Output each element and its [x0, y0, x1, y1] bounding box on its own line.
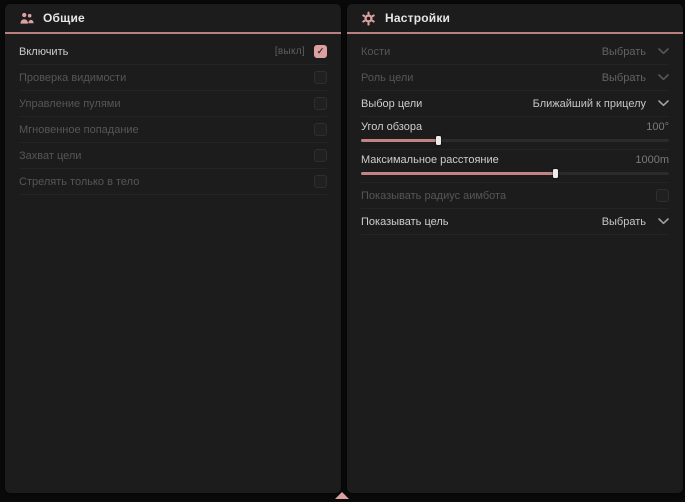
row-line: Включить [выкл] ✓ [19, 39, 327, 64]
chevron-down-icon [658, 218, 669, 225]
row-controls: Ближайший к прицелу [533, 98, 669, 110]
row-label: Проверка видимости [19, 72, 126, 84]
row-label: Стрелять только в тело [19, 176, 139, 188]
dropdown-value: Выбрать [602, 46, 646, 58]
row-label: Включить [19, 46, 68, 58]
row-label: Показывать радиус аимбота [361, 190, 506, 202]
settings-row: Максимальное расстояние 1000m [361, 150, 669, 183]
row-controls: Выбрать [602, 216, 669, 228]
dropdown[interactable]: Выбрать [602, 72, 669, 84]
chevron-down-icon [658, 74, 669, 81]
general-row: Мгновенное попадание [19, 117, 327, 143]
slider-fill [361, 139, 438, 142]
general-row: Стрелять только в тело [19, 169, 327, 195]
chevron-down-icon [658, 48, 669, 55]
row-label: Роль цели [361, 72, 413, 84]
general-rows: Включить [выкл] ✓ Проверка видимости Управле… [5, 34, 341, 195]
row-label: Мгновенное попадание [19, 124, 139, 136]
dropdown[interactable]: Выбрать [602, 216, 669, 228]
checkbox[interactable] [656, 189, 669, 202]
panel-general: Общие Включить [выкл] ✓ Проверка видимости У… [5, 4, 341, 493]
row-line: Захват цели [19, 143, 327, 168]
row-controls: Выбрать [602, 72, 669, 84]
row-label: Захват цели [19, 150, 81, 162]
slider-thumb[interactable] [436, 136, 441, 145]
row-controls [314, 97, 327, 110]
row-label: Максимальное расстояние [361, 154, 499, 166]
row-label: Кости [361, 46, 390, 58]
general-row: Захват цели [19, 143, 327, 169]
row-line: Роль цели Выбрать [361, 65, 669, 90]
general-row: Включить [выкл] ✓ [19, 39, 327, 65]
row-line: Стрелять только в тело [19, 169, 327, 194]
dropdown-value: Выбрать [602, 72, 646, 84]
panel-settings-header: Настройки [347, 4, 683, 34]
row-line: Мгновенное попадание [19, 117, 327, 142]
checkbox[interactable]: ✓ [314, 45, 327, 58]
checkbox[interactable] [314, 71, 327, 84]
dropdown-value: Ближайший к прицелу [533, 98, 646, 110]
dropdown[interactable]: Выбрать [602, 46, 669, 58]
dropdown[interactable]: Ближайший к прицелу [533, 98, 669, 110]
row-controls [314, 123, 327, 136]
row-line: Показывать радиус аимбота [361, 183, 669, 208]
row-controls: Выбрать [602, 46, 669, 58]
general-row: Управление пулями [19, 91, 327, 117]
panel-title: Общие [43, 11, 85, 25]
settings-row: Кости Выбрать [361, 39, 669, 65]
settings-row: Показывать радиус аимбота [361, 183, 669, 209]
row-line: Проверка видимости [19, 65, 327, 90]
slider-value: 100° [646, 121, 669, 133]
slider[interactable] [361, 139, 669, 142]
dropdown-value: Выбрать [602, 216, 646, 228]
gear-icon [361, 11, 376, 26]
general-row: Проверка видимости [19, 65, 327, 91]
row-line: Управление пулями [19, 91, 327, 116]
settings-row: Выбор цели Ближайший к прицелу [361, 91, 669, 117]
checkbox[interactable] [314, 97, 327, 110]
checkbox[interactable] [314, 175, 327, 188]
scroll-up-indicator[interactable] [335, 492, 349, 499]
checkbox[interactable] [314, 149, 327, 162]
slider-thumb[interactable] [553, 169, 558, 178]
panel-general-header: Общие [5, 4, 341, 34]
slider[interactable] [361, 172, 669, 175]
row-line: Показывать цель Выбрать [361, 209, 669, 234]
row-line: Выбор цели Ближайший к прицелу [361, 91, 669, 116]
chevron-down-icon [658, 100, 669, 107]
settings-rows: Кости Выбрать Роль цели Выбрать Выбор цели Бл… [347, 34, 683, 235]
row-controls [314, 149, 327, 162]
row-controls: 1000m [635, 154, 669, 166]
row-line: Кости Выбрать [361, 39, 669, 64]
checkbox[interactable] [314, 123, 327, 136]
row-label: Выбор цели [361, 98, 422, 110]
panel-title: Настройки [385, 11, 450, 25]
row-label: Угол обзора [361, 121, 422, 133]
settings-row: Роль цели Выбрать [361, 65, 669, 91]
slider-value: 1000m [635, 154, 669, 166]
users-icon [19, 11, 34, 26]
slider-fill [361, 172, 555, 175]
row-line: Максимальное расстояние 1000m [361, 150, 669, 169]
mod-menu: Общие Включить [выкл] ✓ Проверка видимости У… [0, 0, 685, 502]
toggle-state-hint: [выкл] [275, 46, 305, 57]
row-label: Управление пулями [19, 98, 121, 110]
row-controls [314, 175, 327, 188]
row-controls [314, 71, 327, 84]
row-controls [656, 189, 669, 202]
settings-row: Показывать цель Выбрать [361, 209, 669, 235]
panel-settings: Настройки Кости Выбрать Роль цели Выбрать Вы… [347, 4, 683, 493]
row-line: Угол обзора 100° [361, 117, 669, 136]
row-label: Показывать цель [361, 216, 449, 228]
row-controls: [выкл] ✓ [275, 45, 327, 58]
row-controls: 100° [646, 121, 669, 133]
settings-row: Угол обзора 100° [361, 117, 669, 150]
